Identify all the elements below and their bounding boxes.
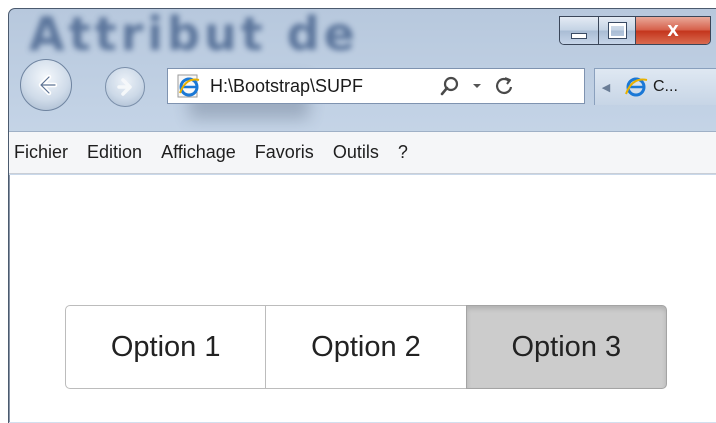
option-1-button[interactable]: Option 1 [65,305,267,389]
address-text[interactable]: H:\Bootstrap\SUPF [210,76,428,97]
address-tools [434,75,520,97]
back-button[interactable] [20,59,72,111]
maximize-button[interactable] [599,17,636,44]
menu-bar: Fichier Edition Affichage Favoris Outils… [9,131,716,174]
menu-item-outils[interactable]: Outils [333,142,379,163]
chevron-down-icon[interactable] [471,80,483,92]
browser-tab[interactable]: ◀ C... [594,68,716,105]
menu-item-edition[interactable]: Edition [87,142,142,163]
minimize-button[interactable] [560,17,599,44]
tab-ie-icon [623,74,649,100]
forward-arrow-icon [117,78,132,96]
menu-item-help[interactable]: ? [398,142,408,163]
forward-button[interactable] [105,67,145,107]
menu-item-fichier[interactable]: Fichier [14,142,68,163]
refresh-icon[interactable] [493,75,515,97]
close-button[interactable]: X [636,17,710,44]
page-content: Option 1 Option 2 Option 3 [9,175,716,422]
option-button-group: Option 1 Option 2 Option 3 [65,305,667,389]
menu-item-favoris[interactable]: Favoris [255,142,314,163]
tab-label: C... [653,78,678,95]
minimize-icon [571,32,587,39]
internet-explorer-icon [176,73,202,99]
option-3-button[interactable]: Option 3 [465,305,667,389]
search-icon[interactable] [439,75,461,97]
caption-buttons: X [559,16,711,45]
menu-item-affichage[interactable]: Affichage [161,142,236,163]
tab-scroll-left-icon[interactable]: ◀ [595,81,617,94]
address-bar[interactable]: H:\Bootstrap\SUPF [167,68,585,104]
close-icon: X [667,21,679,40]
back-arrow-icon [38,74,58,96]
maximize-icon [607,22,627,39]
blurred-page-title: Attribut de [29,8,359,61]
option-2-button[interactable]: Option 2 [265,305,467,389]
